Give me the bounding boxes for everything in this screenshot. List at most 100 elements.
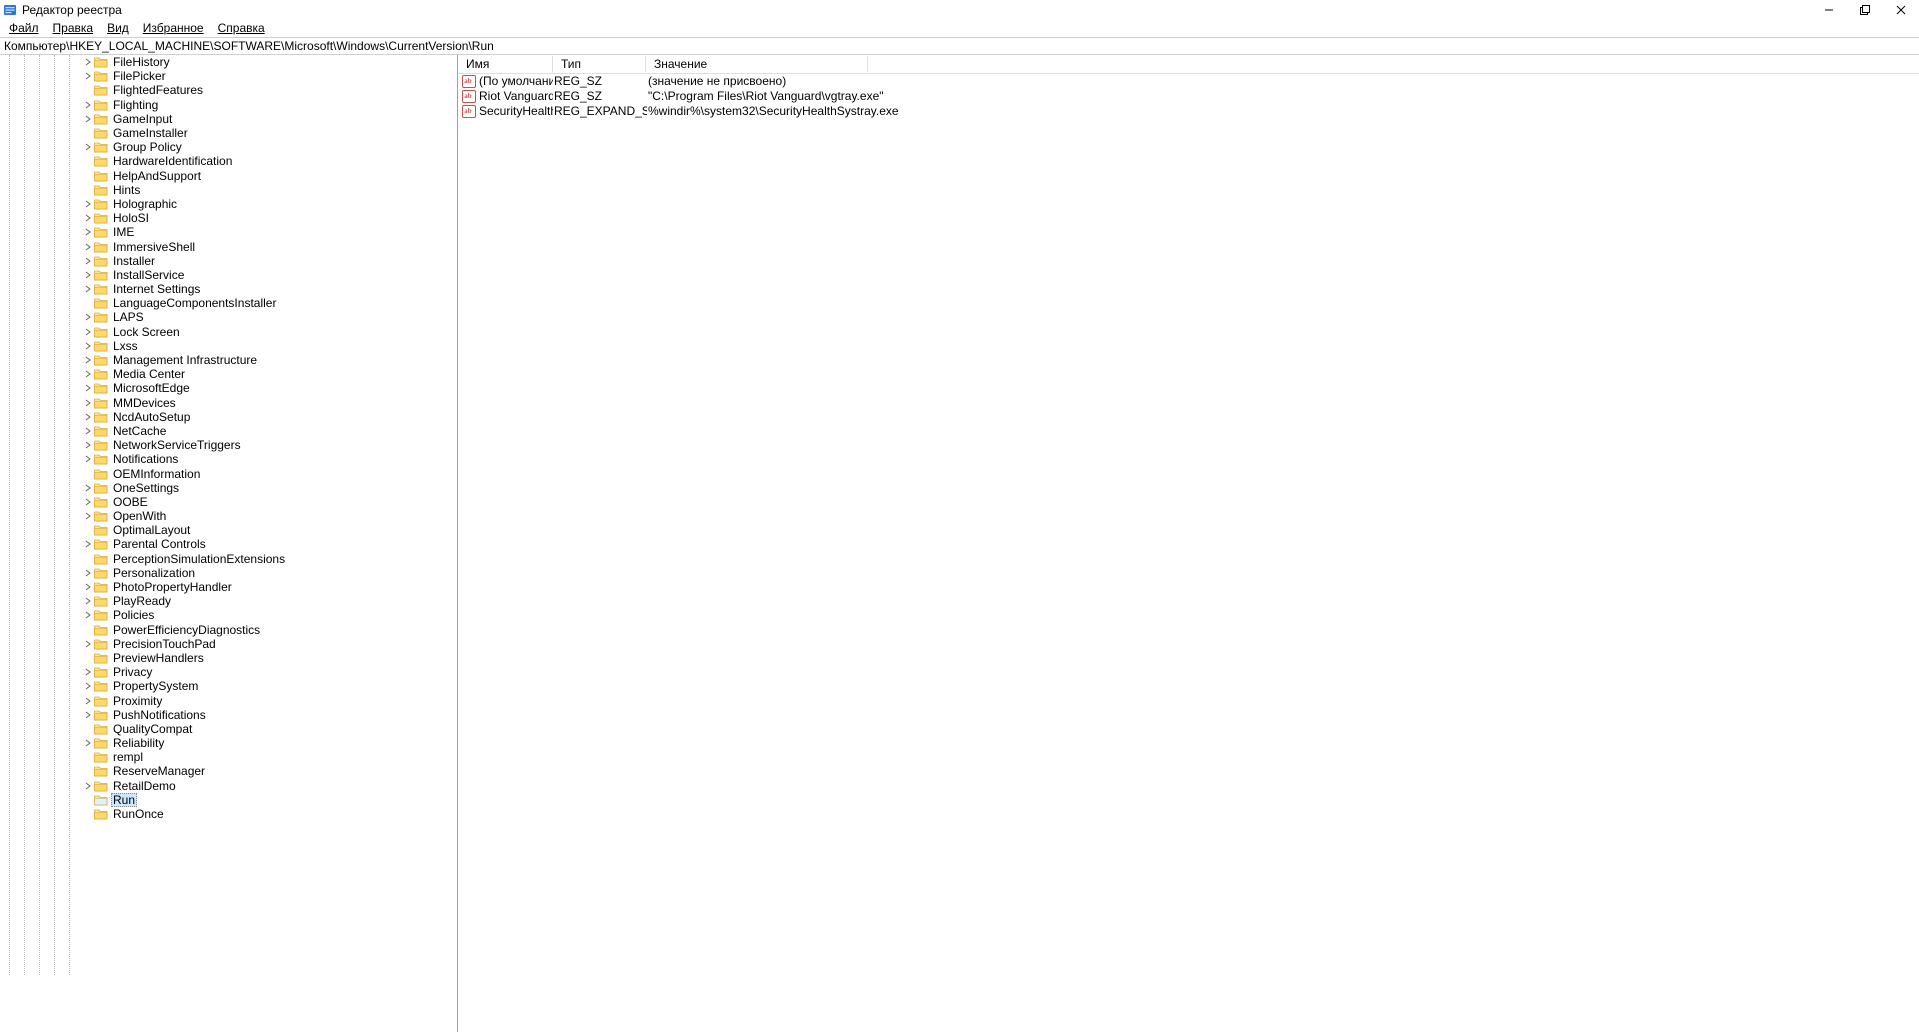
menu-view[interactable]: Вид [100, 20, 136, 36]
menu-edit[interactable]: Правка [46, 20, 101, 36]
tree-item[interactable]: Run [0, 793, 457, 807]
expand-icon[interactable] [83, 710, 93, 720]
tree-item[interactable]: Reliability [0, 736, 457, 750]
expand-icon[interactable] [83, 256, 93, 266]
expand-icon[interactable] [83, 639, 93, 649]
menu-favorites[interactable]: Избранное [136, 20, 211, 36]
registry-tree[interactable]: FileHistory FilePicker FlightedFeatures … [0, 55, 457, 821]
tree-item[interactable]: InstallService [0, 268, 457, 282]
tree-item[interactable]: HoloSI [0, 211, 457, 225]
tree-item[interactable]: Holographic [0, 197, 457, 211]
tree-item[interactable]: PhotoPropertyHandler [0, 580, 457, 594]
expand-icon[interactable] [83, 355, 93, 365]
tree-item[interactable]: LAPS [0, 310, 457, 324]
expand-icon[interactable] [83, 582, 93, 592]
tree-item[interactable]: Flighting [0, 98, 457, 112]
expand-icon[interactable] [83, 511, 93, 521]
menu-help[interactable]: Справка [211, 20, 272, 36]
expand-icon[interactable] [83, 71, 93, 81]
tree-item[interactable]: OOBE [0, 495, 457, 509]
expand-icon[interactable] [83, 483, 93, 493]
expand-icon[interactable] [83, 781, 93, 791]
expand-icon[interactable] [83, 610, 93, 620]
tree-item[interactable]: ReserveManager [0, 764, 457, 778]
expand-icon[interactable] [83, 454, 93, 464]
tree-item[interactable]: Policies [0, 608, 457, 622]
column-name[interactable]: Имя [458, 56, 553, 72]
tree-item[interactable]: MMDevices [0, 396, 457, 410]
expand-icon[interactable] [83, 568, 93, 578]
values-pane[interactable]: Имя Тип Значение ab (По умолчанию)REG_SZ… [458, 55, 1919, 1032]
tree-item[interactable]: OneSettings [0, 481, 457, 495]
close-button[interactable] [1883, 0, 1919, 19]
tree-item[interactable]: NcdAutoSetup [0, 410, 457, 424]
value-row[interactable]: ab SecurityHealthREG_EXPAND_SZ%windir%\s… [458, 104, 1919, 119]
expand-icon[interactable] [83, 213, 93, 223]
expand-icon[interactable] [83, 681, 93, 691]
tree-item[interactable]: Proximity [0, 693, 457, 707]
tree-item[interactable]: MicrosoftEdge [0, 381, 457, 395]
tree-item[interactable]: HelpAndSupport [0, 169, 457, 183]
tree-item[interactable]: RetailDemo [0, 779, 457, 793]
tree-item[interactable]: Lxss [0, 339, 457, 353]
expand-icon[interactable] [83, 497, 93, 507]
expand-icon[interactable] [83, 227, 93, 237]
tree-item[interactable]: PropertySystem [0, 679, 457, 693]
expand-icon[interactable] [83, 412, 93, 422]
expand-icon[interactable] [83, 398, 93, 408]
tree-item[interactable]: PowerEfficiencyDiagnostics [0, 623, 457, 637]
expand-icon[interactable] [83, 242, 93, 252]
expand-icon[interactable] [83, 426, 93, 436]
expand-icon[interactable] [83, 327, 93, 337]
tree-item[interactable]: Notifications [0, 452, 457, 466]
tree-item[interactable]: Lock Screen [0, 325, 457, 339]
tree-item[interactable]: PlayReady [0, 594, 457, 608]
expand-icon[interactable] [83, 341, 93, 351]
tree-item[interactable]: Hints [0, 183, 457, 197]
tree-item[interactable]: Parental Controls [0, 537, 457, 551]
tree-item[interactable]: HardwareIdentification [0, 154, 457, 168]
expand-icon[interactable] [83, 114, 93, 124]
value-row[interactable]: ab Riot VanguardREG_SZ"C:\Program Files\… [458, 89, 1919, 104]
tree-item[interactable]: Management Infrastructure [0, 353, 457, 367]
tree-item[interactable]: PushNotifications [0, 708, 457, 722]
minimize-button[interactable] [1811, 0, 1847, 19]
tree-item[interactable]: OEMInformation [0, 466, 457, 480]
column-value[interactable]: Значение [646, 56, 868, 72]
value-row[interactable]: ab (По умолчанию)REG_SZ(значение не прис… [458, 74, 1919, 89]
tree-item[interactable]: LanguageComponentsInstaller [0, 296, 457, 310]
tree-item[interactable]: OpenWith [0, 509, 457, 523]
tree-item[interactable]: Media Center [0, 367, 457, 381]
tree-item[interactable]: PerceptionSimulationExtensions [0, 552, 457, 566]
tree-item[interactable]: QualityCompat [0, 722, 457, 736]
expand-icon[interactable] [83, 270, 93, 280]
tree-item[interactable]: rempl [0, 750, 457, 764]
tree-item[interactable]: NetCache [0, 424, 457, 438]
expand-icon[interactable] [83, 57, 93, 67]
expand-icon[interactable] [83, 667, 93, 677]
expand-icon[interactable] [83, 539, 93, 549]
tree-item[interactable]: Installer [0, 254, 457, 268]
tree-item[interactable]: FlightedFeatures [0, 83, 457, 97]
tree-item[interactable]: OptimalLayout [0, 523, 457, 537]
tree-item[interactable]: GameInput [0, 112, 457, 126]
tree-item[interactable]: ImmersiveShell [0, 239, 457, 253]
expand-icon[interactable] [83, 100, 93, 110]
values-list[interactable]: ab (По умолчанию)REG_SZ(значение не прис… [458, 74, 1919, 119]
splitter[interactable] [457, 745, 458, 775]
expand-icon[interactable] [83, 383, 93, 393]
maximize-button[interactable] [1847, 0, 1883, 19]
tree-item[interactable]: IME [0, 225, 457, 239]
tree-item[interactable]: PreviewHandlers [0, 651, 457, 665]
expand-icon[interactable] [83, 199, 93, 209]
expand-icon[interactable] [83, 369, 93, 379]
expand-icon[interactable] [83, 312, 93, 322]
expand-icon[interactable] [83, 696, 93, 706]
menu-file[interactable]: Файл [2, 20, 46, 36]
tree-item[interactable]: Internet Settings [0, 282, 457, 296]
column-type[interactable]: Тип [553, 56, 646, 72]
expand-icon[interactable] [83, 738, 93, 748]
tree-item[interactable]: RunOnce [0, 807, 457, 821]
expand-icon[interactable] [83, 440, 93, 450]
tree-item[interactable]: FilePicker [0, 69, 457, 83]
